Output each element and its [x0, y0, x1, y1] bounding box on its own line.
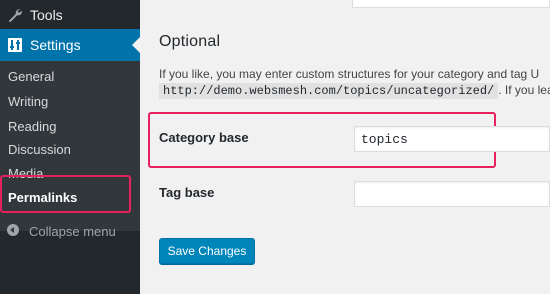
wrench-icon [9, 9, 22, 23]
category-base-input[interactable]: topics [354, 126, 550, 152]
permalinks-highlight-box [0, 175, 131, 213]
submenu-item-discussion[interactable]: Discussion [8, 142, 71, 157]
menu-settings-label: Settings [30, 37, 81, 53]
submenu-item-writing[interactable]: Writing [8, 94, 48, 109]
section-description: If you like, you may enter custom struct… [159, 67, 540, 81]
section-description-line2: http://demo.websmesh.com/topics/uncatego… [159, 83, 550, 99]
tag-base-label: Tag base [159, 185, 215, 200]
collapse-arrow-icon [7, 224, 19, 236]
save-changes-button[interactable]: Save Changes [159, 238, 255, 264]
category-base-label: Category base [159, 130, 249, 145]
description-tail: . If you leav [498, 83, 550, 97]
previous-field-edge [352, 0, 550, 8]
submenu-item-general[interactable]: General [8, 69, 54, 84]
active-menu-arrow [132, 37, 140, 53]
section-title: Optional [159, 33, 221, 50]
settings-sliders-icon [8, 38, 22, 52]
example-url-code: http://demo.websmesh.com/topics/uncatego… [159, 83, 499, 99]
collapse-menu-label: Collapse menu [29, 224, 116, 239]
tag-base-input[interactable] [354, 181, 550, 207]
admin-sidebar: Tools Settings General Writing Reading D… [0, 0, 140, 294]
menu-settings[interactable]: Settings [0, 29, 140, 61]
collapse-menu-button[interactable]: Collapse menu [0, 219, 140, 245]
menu-tools-label: Tools [30, 7, 63, 23]
menu-tools[interactable]: Tools [0, 0, 140, 30]
submenu-item-reading[interactable]: Reading [8, 119, 56, 134]
